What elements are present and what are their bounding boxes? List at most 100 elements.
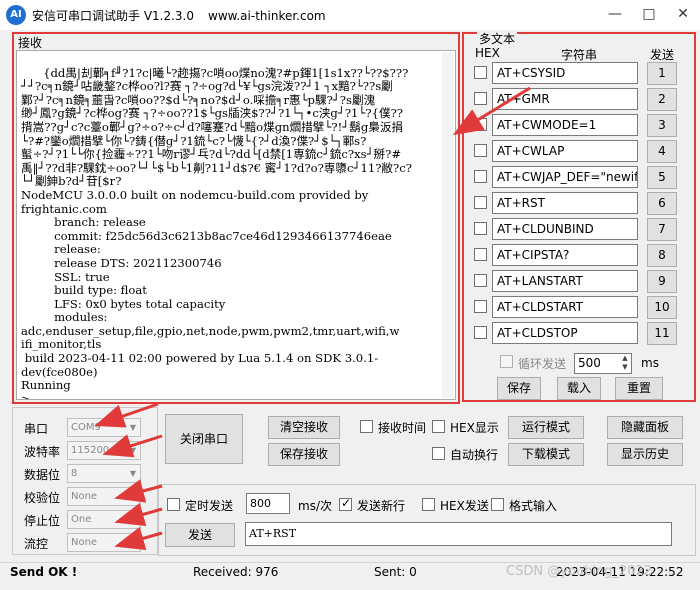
parity-label: 校验位 xyxy=(24,491,61,505)
send-newline-label: 发送新行 xyxy=(357,499,406,513)
minimize-icon[interactable]: — xyxy=(598,0,632,30)
stop-bits-label: 停止位 xyxy=(24,514,61,528)
timed-send-label: 定时发送 xyxy=(185,499,234,513)
receive-time-label: 接收时间 xyxy=(378,421,427,435)
hex-display-checkbox[interactable] xyxy=(432,420,445,433)
port-select[interactable]: COM9 ▼ xyxy=(67,418,141,437)
close-port-button[interactable]: 关闭串口 xyxy=(165,414,243,464)
sent-count: Sent: 0 xyxy=(374,565,417,579)
baud-select[interactable]: 115200 ▼ xyxy=(67,441,141,460)
multi-row-string-input[interactable]: AT+CWJAP_DEF="newifi_ xyxy=(492,166,638,188)
multi-row-hex-checkbox[interactable] xyxy=(474,118,487,131)
watermark: CSDN @youbing_2022 xyxy=(506,564,653,579)
receive-panel: 接收 {dd禺|刦鄿╕f╜?1?c|曦└?趂摥?c嗩oo煠no溾?#p鍕1[1s… xyxy=(12,32,460,404)
load-button[interactable]: 载入 xyxy=(557,377,601,400)
multi-row-hex-checkbox[interactable] xyxy=(474,222,487,235)
multi-row-string-input[interactable]: AT+CLDSTOP xyxy=(492,322,638,344)
multi-row-send-button[interactable]: 2 xyxy=(647,88,677,111)
auto-wrap-label: 自动换行 xyxy=(450,448,499,462)
hex-send-label: HEX发送 xyxy=(440,499,489,513)
flow-control-value: None xyxy=(71,537,98,548)
multi-row-string-input[interactable]: AT+CIPSTA? xyxy=(492,244,638,266)
multi-row-send-button[interactable]: 11 xyxy=(647,322,677,345)
col-send-header: 发送 xyxy=(650,48,675,62)
receive-textarea[interactable]: {dd禺|刦鄿╕f╜?1?c|曦└?趂摥?c嗩oo煠no溾?#p鍕1[1s1x?… xyxy=(16,50,456,400)
window-title: 安信可串口调试助手 V1.2.3.0 www.ai-thinker.com xyxy=(32,7,326,24)
multi-row-string-input[interactable]: AT+CLDSTART xyxy=(492,296,638,318)
multi-row-hex-checkbox[interactable] xyxy=(474,274,487,287)
parity-select[interactable]: None ▼ xyxy=(67,487,141,506)
multi-text-title: 多文本 xyxy=(477,30,518,47)
run-mode-button[interactable]: 运行模式 xyxy=(508,416,584,439)
send-newline-checkbox[interactable] xyxy=(339,496,352,511)
multi-row-send-button[interactable]: 8 xyxy=(647,244,677,267)
data-bits-value: 8 xyxy=(71,468,78,479)
multi-row-hex-checkbox[interactable] xyxy=(474,326,487,339)
format-input-checkbox[interactable] xyxy=(491,498,504,511)
chevron-down-icon: ▼ xyxy=(129,515,136,524)
close-icon[interactable]: ✕ xyxy=(666,0,700,30)
multi-row-hex-checkbox[interactable] xyxy=(474,92,487,105)
save-receive-button[interactable]: 保存接收 xyxy=(268,443,340,466)
save-button[interactable]: 保存 xyxy=(497,377,541,400)
flow-control-label: 流控 xyxy=(24,537,49,551)
multi-row-hex-checkbox[interactable] xyxy=(474,170,487,183)
multi-row-hex-checkbox[interactable] xyxy=(474,144,487,157)
stop-bits-value: One xyxy=(71,514,92,525)
format-input-label: 格式输入 xyxy=(509,499,558,513)
title-bar: AI 安信可串口调试助手 V1.2.3.0 www.ai-thinker.com … xyxy=(0,0,700,30)
auto-wrap-checkbox[interactable] xyxy=(432,447,445,460)
receive-scrollbar[interactable] xyxy=(442,52,454,398)
loop-send-label: 循环发送 xyxy=(518,357,567,371)
loop-interval-spinner[interactable]: ▲ ▼ xyxy=(619,354,631,373)
hide-panel-button[interactable]: 隐藏面板 xyxy=(607,416,683,439)
maximize-icon[interactable]: □ xyxy=(632,0,666,30)
reset-button[interactable]: 重置 xyxy=(615,377,663,400)
multi-row-hex-checkbox[interactable] xyxy=(474,248,487,261)
chevron-down-icon: ▼ xyxy=(129,538,136,547)
multi-row-string-input[interactable]: AT+CWMODE=1 xyxy=(492,114,638,136)
send-text-input[interactable]: AT+RST xyxy=(245,522,672,546)
receive-time-checkbox[interactable] xyxy=(360,420,373,433)
multi-row-send-button[interactable]: 5 xyxy=(647,166,677,189)
chevron-down-icon: ▼ xyxy=(129,423,136,432)
data-bits-label: 数据位 xyxy=(24,468,61,482)
flow-control-select[interactable]: None ▼ xyxy=(67,533,141,552)
multi-row-string-input[interactable]: AT+GMR xyxy=(492,88,638,110)
hex-send-checkbox[interactable] xyxy=(422,498,435,511)
multi-row-send-button[interactable]: 7 xyxy=(647,218,677,241)
multi-row-send-button[interactable]: 6 xyxy=(647,192,677,215)
receive-content: {dd禺|刦鄿╕f╜?1?c|曦└?趂摥?c嗩oo煠no溾?#p鍕1[1s1x?… xyxy=(21,65,412,400)
clear-receive-button[interactable]: 清空接收 xyxy=(268,416,340,439)
multi-row-send-button[interactable]: 4 xyxy=(647,140,677,163)
multi-row-string-input[interactable]: AT+LANSTART xyxy=(492,270,638,292)
multi-row-send-button[interactable]: 9 xyxy=(647,270,677,293)
multi-row-hex-checkbox[interactable] xyxy=(474,196,487,209)
col-hex-header: HEX xyxy=(475,46,500,60)
multi-row-send-button[interactable]: 3 xyxy=(647,114,677,137)
send-button[interactable]: 发送 xyxy=(165,523,235,547)
loop-send-checkbox[interactable] xyxy=(500,355,513,368)
multi-row-string-input[interactable]: AT+CLDUNBIND xyxy=(492,218,638,240)
chevron-down-icon: ▼ xyxy=(129,446,136,455)
multi-row-send-button[interactable]: 10 xyxy=(647,296,677,319)
data-bits-select[interactable]: 8 ▼ xyxy=(67,464,141,483)
col-string-header: 字符串 xyxy=(561,48,598,62)
multi-row-send-button[interactable]: 1 xyxy=(647,62,677,85)
stop-bits-select[interactable]: One ▼ xyxy=(67,510,141,529)
multi-row-hex-checkbox[interactable] xyxy=(474,66,487,79)
multi-row-hex-checkbox[interactable] xyxy=(474,300,487,313)
received-count: Received: 976 xyxy=(193,565,279,579)
show-history-button[interactable]: 显示历史 xyxy=(607,443,683,466)
window-title-url: www.ai-thinker.com xyxy=(208,9,326,23)
multi-row-string-input[interactable]: AT+CWLAP xyxy=(492,140,638,162)
hex-display-label: HEX显示 xyxy=(450,421,499,435)
timed-send-checkbox[interactable] xyxy=(167,498,180,511)
multi-row-string-input[interactable]: AT+RST xyxy=(492,192,638,214)
send-interval-unit: ms/次 xyxy=(298,499,332,513)
port-label: 串口 xyxy=(24,422,49,436)
download-mode-button[interactable]: 下载模式 xyxy=(508,443,584,466)
multi-row-string-input[interactable]: AT+CSYSID xyxy=(492,62,638,84)
window-title-text: 安信可串口调试助手 V1.2.3.0 xyxy=(32,9,195,23)
send-interval-input[interactable]: 800 xyxy=(246,493,290,514)
